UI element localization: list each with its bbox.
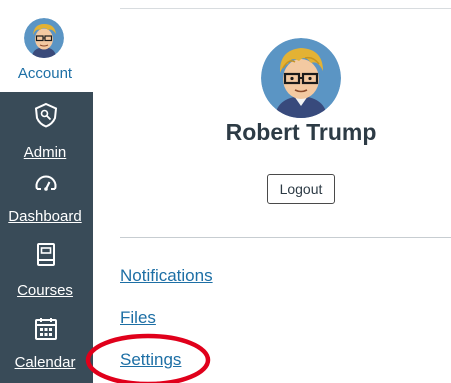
nav-item-courses[interactable]: Courses — [0, 238, 93, 308]
nav-item-label[interactable]: Admin — [0, 144, 90, 161]
divider — [120, 8, 451, 9]
divider — [120, 237, 451, 238]
speedometer-icon — [33, 170, 59, 196]
settings-link[interactable]: Settings — [120, 350, 181, 370]
logout-button[interactable]: Logout — [267, 174, 335, 204]
notifications-link[interactable]: Notifications — [120, 266, 213, 286]
global-nav: Account Admin Dashboard Courses Calendar — [0, 0, 93, 383]
profile-tray: Robert Trump Logout Notifications Files … — [93, 0, 451, 383]
nav-dark-section: Admin Dashboard Courses Calendar — [0, 92, 93, 383]
account-avatar-icon[interactable] — [24, 18, 64, 58]
nav-item-label[interactable]: Dashboard — [0, 208, 90, 225]
calendar-icon — [33, 316, 59, 342]
nav-item-dashboard[interactable]: Dashboard — [0, 166, 93, 236]
canvas-lms-screen: Account Admin Dashboard Courses Calendar… — [0, 0, 451, 383]
profile-user-name: Robert Trump — [225, 119, 377, 145]
book-icon — [33, 242, 59, 268]
files-link[interactable]: Files — [120, 308, 156, 328]
nav-item-admin[interactable]: Admin — [0, 96, 93, 166]
nav-item-calendar[interactable]: Calendar — [0, 310, 93, 380]
profile-avatar-icon — [261, 38, 341, 118]
nav-item-account[interactable]: Account — [0, 0, 93, 92]
nav-item-label[interactable]: Calendar — [0, 354, 90, 371]
nav-item-label[interactable]: Courses — [0, 282, 90, 299]
shield-icon — [33, 102, 59, 128]
nav-account-label[interactable]: Account — [0, 65, 90, 82]
